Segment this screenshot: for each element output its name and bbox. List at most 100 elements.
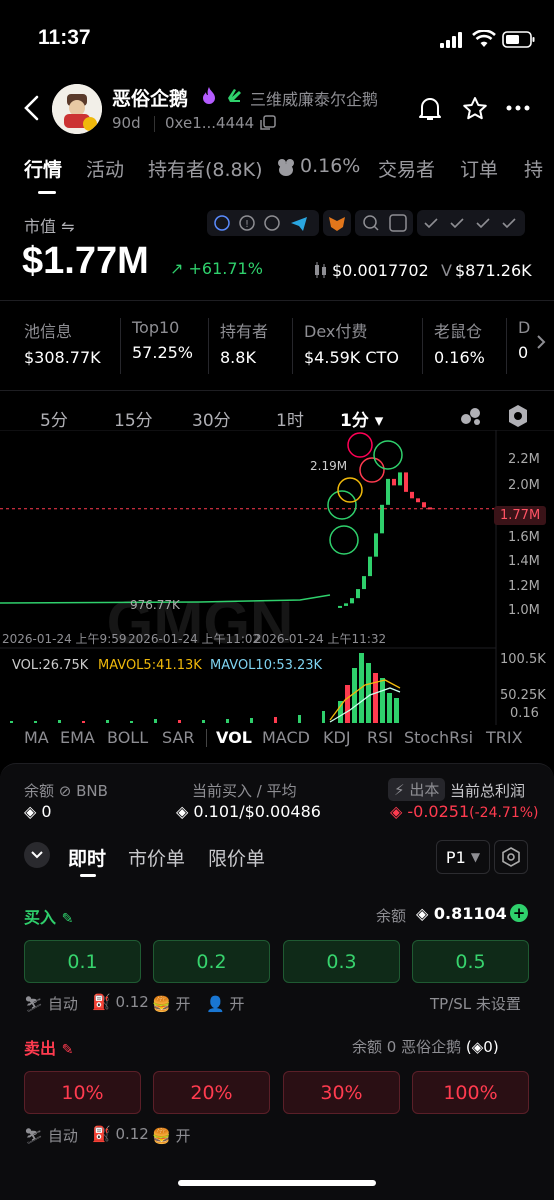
buy-gas[interactable]: ⛽ 0.12 <box>92 993 149 1011</box>
chevron-right-icon[interactable] <box>536 334 546 350</box>
volume-value: $871.26K <box>455 261 532 280</box>
settings-hex-icon[interactable] <box>507 404 529 428</box>
volume-bar <box>154 719 157 723</box>
volume-bar <box>298 715 301 723</box>
buy-avg-label: 当前买入 / 平均 <box>192 782 297 800</box>
volume-bar <box>10 721 13 723</box>
candle <box>362 576 366 590</box>
star-icon[interactable] <box>462 96 488 122</box>
trade-bubble <box>329 525 359 555</box>
volume-bar <box>373 673 378 723</box>
order-tab-market[interactable]: 市价单 <box>128 844 185 871</box>
volume-bar <box>82 721 85 723</box>
stat-top10[interactable]: Top10 57.25% <box>132 318 193 362</box>
candle <box>356 589 360 599</box>
stat-rat[interactable]: 老鼠仓 0.16% <box>434 318 485 367</box>
indicator-boll[interactable]: BOLL <box>107 728 148 747</box>
buy-slippage-auto[interactable]: ⛷ 自动 <box>24 993 78 1014</box>
buy-amount-button[interactable]: 0.1 <box>24 940 141 983</box>
bell-icon[interactable] <box>418 96 442 122</box>
volume-bar <box>202 720 205 723</box>
token-name: 恶俗企鹅 <box>112 88 189 110</box>
volume-bar <box>322 711 325 723</box>
contract-address[interactable]: 0xe1...4444 <box>165 114 254 132</box>
buy-label: 买入 ✎ <box>24 908 74 927</box>
volume-bar <box>106 720 109 723</box>
trade-bubble <box>347 432 373 458</box>
stat-holders[interactable]: 持有者 8.8K <box>220 318 268 367</box>
bubbles-icon[interactable] <box>460 406 482 426</box>
copy-icon[interactable] <box>260 115 276 131</box>
sell-pct-button[interactable]: 100% <box>412 1071 529 1114</box>
buy-mev-toggle[interactable]: 🍔 开 <box>152 993 190 1014</box>
order-tab-limit[interactable]: 限价单 <box>208 844 265 871</box>
tab-rat-ratio[interactable]: 0.16% <box>300 155 360 177</box>
tpsl-setting[interactable]: TP/SL 未设置 <box>430 993 521 1014</box>
flame-icon <box>200 86 218 106</box>
indicator-stochrsi[interactable]: StochRsi <box>404 728 473 747</box>
indicator-ema[interactable]: EMA <box>60 728 95 747</box>
sell-gas[interactable]: ⛽ 0.12 <box>92 1125 149 1143</box>
indicator-sar[interactable]: SAR <box>162 728 195 747</box>
collapse-button[interactable] <box>24 842 50 868</box>
pnl-label: 当前总利润 <box>450 782 526 800</box>
mcap-label: 市值 ⇋ <box>24 217 75 236</box>
interval-30m[interactable]: 30分 <box>192 406 231 431</box>
settings-button[interactable] <box>494 840 528 874</box>
indicator-rsi[interactable]: RSI <box>367 728 393 747</box>
more-icon[interactable] <box>506 104 530 112</box>
sell-pct-button[interactable]: 20% <box>153 1071 270 1114</box>
candle <box>392 478 396 486</box>
indicator-macd[interactable]: MACD <box>262 728 310 747</box>
chart-watermark: GMGN <box>107 589 294 656</box>
sell-slippage-auto[interactable]: ⛷ 自动 <box>24 1125 78 1146</box>
preset-select[interactable]: P1 ▼ <box>436 840 490 874</box>
token-subname: 三维威廉泰尔企鹅 <box>250 90 379 109</box>
pnl-value: ◈ -0.0251(-24.71%) <box>390 802 539 821</box>
buy-anti-mev-toggle[interactable]: 👤 开 <box>206 993 244 1014</box>
indicator-ma[interactable]: MA <box>24 728 49 747</box>
volume-bar <box>345 685 350 723</box>
indicator-trix[interactable]: TRIX <box>486 728 523 747</box>
add-funds-button[interactable]: + <box>510 904 528 922</box>
volume-icon: V <box>441 261 452 280</box>
candle-icon <box>314 262 328 278</box>
back-button[interactable] <box>22 94 40 122</box>
tab-traders[interactable]: 交易者 <box>378 155 435 182</box>
sell-pct-button[interactable]: 10% <box>24 1071 141 1114</box>
buy-amount-button[interactable]: 0.5 <box>412 940 529 983</box>
sell-mev-toggle[interactable]: 🍔 开 <box>152 1125 190 1146</box>
candle <box>374 533 378 557</box>
interval-1h[interactable]: 1时 <box>276 406 304 431</box>
exit-toggle[interactable]: ⚡ 出本 <box>388 778 446 801</box>
tab-activity[interactable]: 活动 <box>86 155 124 182</box>
tab-overflow[interactable]: 持 <box>524 155 543 182</box>
candle <box>404 472 408 492</box>
trade-bubble <box>337 477 363 503</box>
candle <box>416 498 420 503</box>
price-chart[interactable]: GMGN <box>0 430 554 725</box>
tab-bar: 行情 活动 持有者(8.8K) 0.16% 交易者 订单 持 <box>0 155 554 187</box>
indicator-vol[interactable]: VOL <box>216 728 252 747</box>
interval-5m[interactable]: 5分 <box>40 406 68 431</box>
stat-overflow[interactable]: D0 <box>518 318 530 362</box>
trade-bubble <box>327 490 357 520</box>
tab-market[interactable]: 行情 <box>24 155 62 182</box>
volume-bar <box>274 717 277 723</box>
signal-icon <box>440 32 466 48</box>
candle <box>338 605 342 608</box>
buy-balance-value: ◈ 0.81104 <box>416 904 507 923</box>
tab-holders[interactable]: 持有者(8.8K) <box>148 155 263 182</box>
stat-dex-paid[interactable]: Dex付费 $4.59K CTO <box>304 318 399 367</box>
buy-amount-button[interactable]: 0.2 <box>153 940 270 983</box>
sell-pct-button[interactable]: 30% <box>283 1071 400 1114</box>
tab-orders[interactable]: 订单 <box>460 155 498 182</box>
order-tab-instant[interactable]: 即时 <box>68 844 106 871</box>
indicator-kdj[interactable]: KDJ <box>323 728 351 747</box>
interval-1m[interactable]: 1分 ▾ <box>340 406 383 431</box>
stat-pool[interactable]: 池信息 $308.77K <box>24 318 101 367</box>
trade-bubble <box>359 457 385 483</box>
interval-15m[interactable]: 15分 <box>114 406 153 431</box>
candle <box>368 556 372 577</box>
buy-amount-button[interactable]: 0.3 <box>283 940 400 983</box>
